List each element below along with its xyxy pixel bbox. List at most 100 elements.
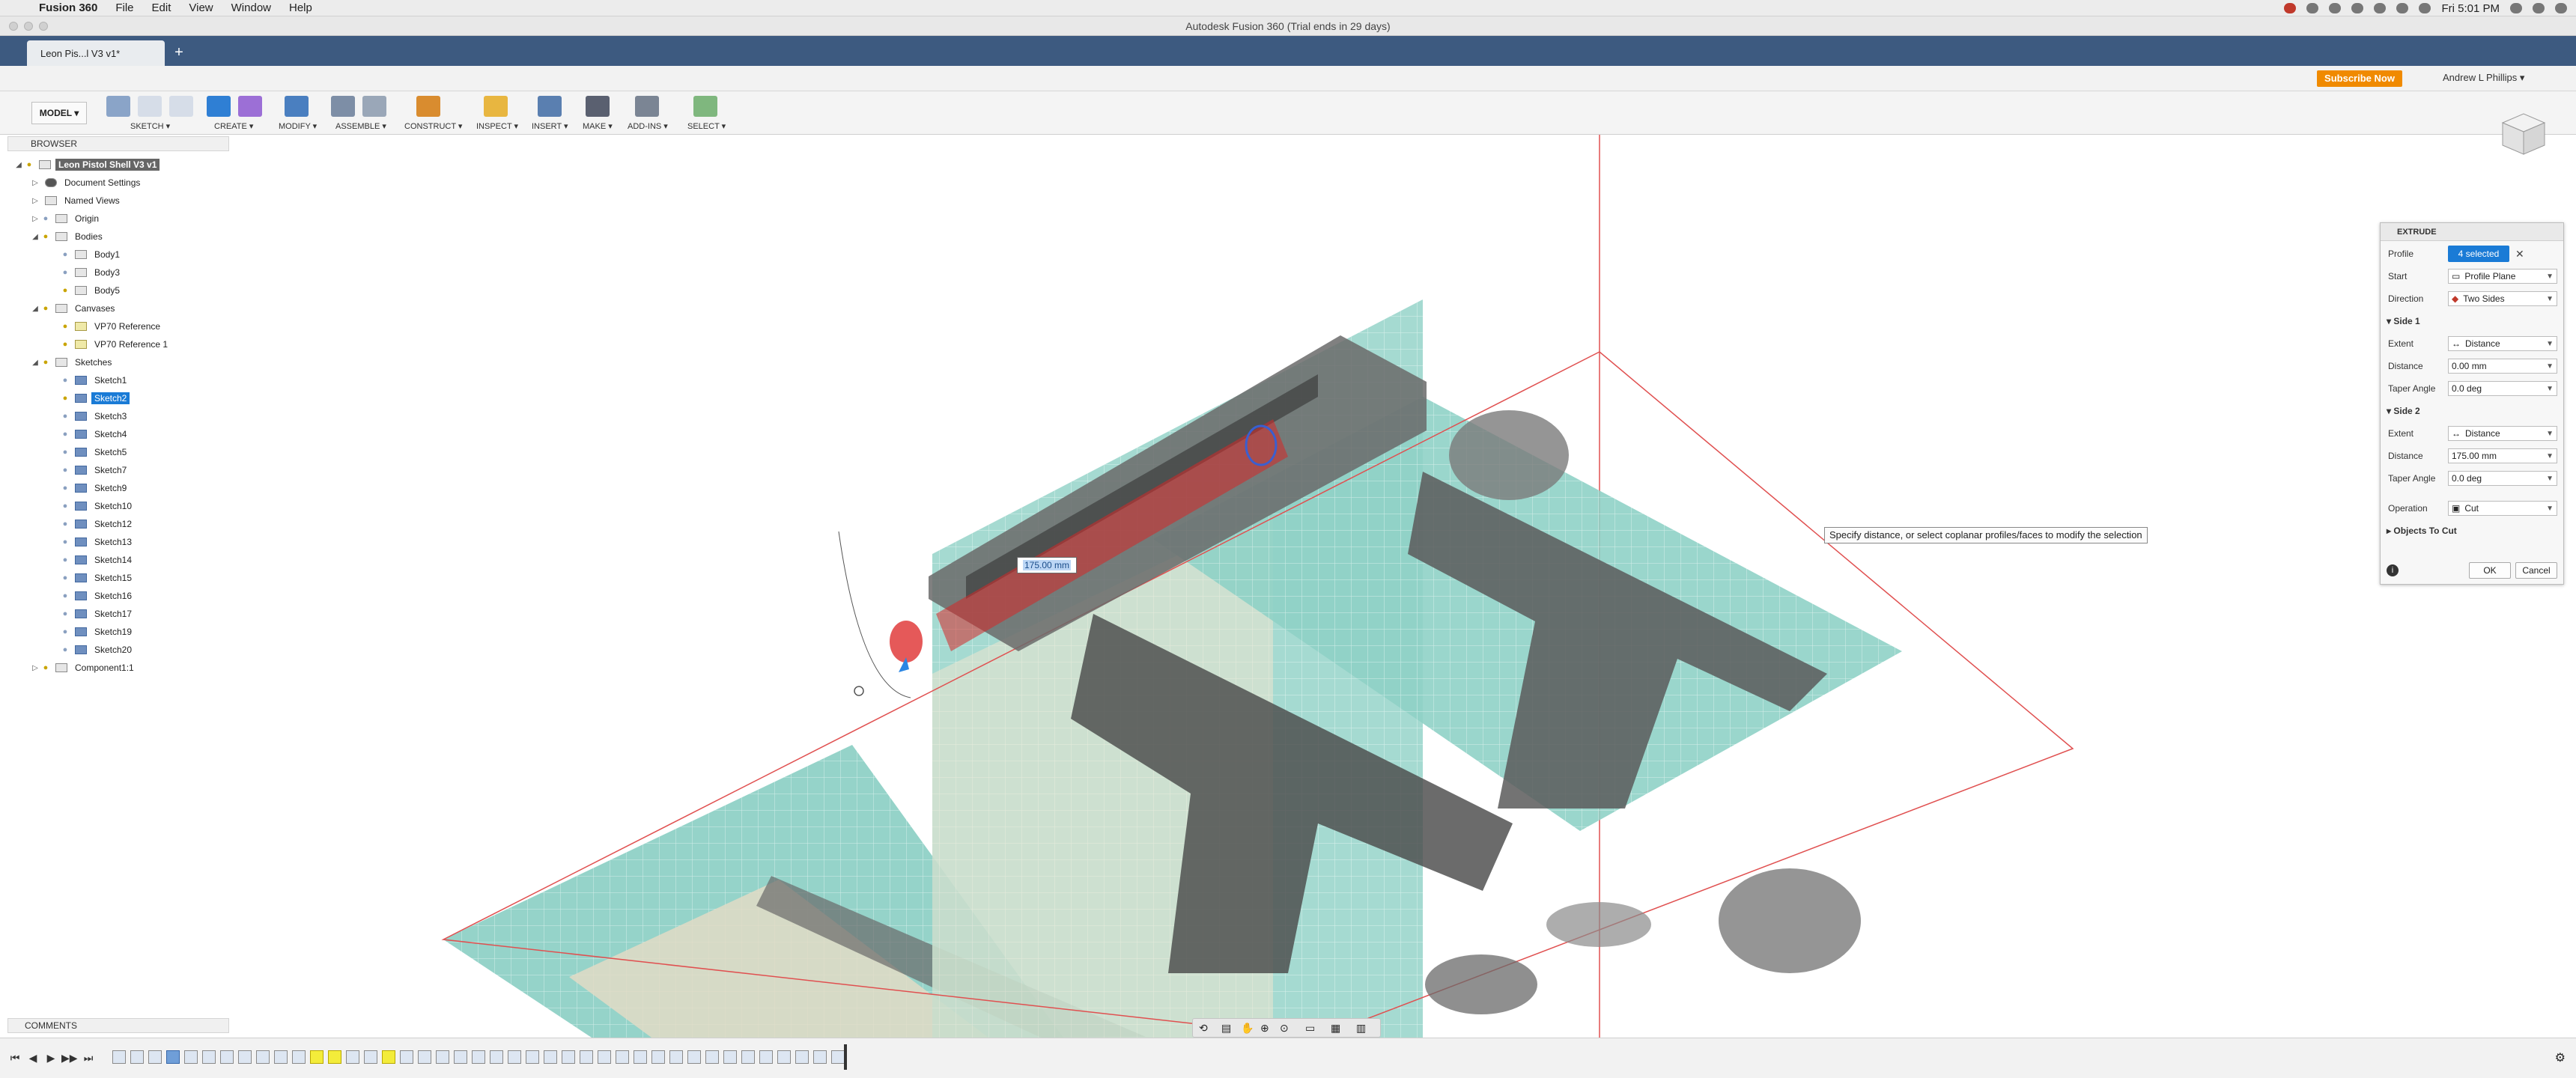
extrude-icon[interactable] (207, 96, 231, 117)
new-tab-button[interactable]: + (171, 45, 187, 61)
insert-menu[interactable]: INSERT ▾ (532, 121, 568, 131)
step-forward-icon[interactable]: ▶▶ (61, 1050, 78, 1065)
visibility-icon[interactable]: ● (60, 520, 70, 529)
tree-node-vp70-reference[interactable]: ● VP70 Reference (60, 319, 163, 334)
visibility-icon[interactable]: ● (60, 645, 70, 654)
visibility-icon[interactable]: ● (60, 412, 70, 421)
volume-icon[interactable] (2396, 3, 2409, 13)
timeline-feature[interactable] (130, 1050, 144, 1064)
undo-icon[interactable] (109, 70, 126, 87)
save-icon[interactable] (76, 70, 93, 87)
tree-node-sketch19[interactable]: ● Sketch19 (60, 624, 135, 639)
browser-header[interactable]: BROWSER (7, 136, 229, 151)
look-at-icon[interactable]: ▤ (1221, 1022, 1231, 1035)
timeline-feature[interactable] (310, 1050, 323, 1064)
joint-icon[interactable] (362, 96, 386, 117)
press-pull-icon[interactable] (285, 96, 309, 117)
timeline-feature[interactable] (238, 1050, 252, 1064)
timeline-feature[interactable] (274, 1050, 288, 1064)
tree-node-sketch2[interactable]: ● Sketch2 (60, 391, 130, 406)
timeline-feature[interactable] (364, 1050, 377, 1064)
timeline-feature[interactable] (705, 1050, 719, 1064)
side2-section[interactable]: ▾ Side 2 (2387, 406, 2420, 416)
new-component-icon[interactable] (331, 96, 355, 117)
tree-node-sketch5[interactable]: ● Sketch5 (60, 445, 130, 460)
clear-selection-icon[interactable]: ✕ (2515, 248, 2524, 261)
tree-node-sketch13[interactable]: ● Sketch13 (60, 535, 135, 549)
spotlight-icon[interactable] (2510, 3, 2522, 13)
subscribe-button[interactable]: Subscribe Now (2317, 70, 2402, 87)
tree-node-vp70-reference-1[interactable]: ● VP70 Reference 1 (60, 337, 171, 352)
fit-icon[interactable]: ⊙ (1280, 1022, 1289, 1035)
timeline-feature[interactable] (202, 1050, 216, 1064)
timeline-feature[interactable] (112, 1050, 126, 1064)
tree-node-sketch17[interactable]: ● Sketch17 (60, 606, 135, 621)
tree-root-node[interactable]: ◢ ● Leon Pistol Shell V3 v1 (13, 157, 160, 172)
tree-node-sketch3[interactable]: ● Sketch3 (60, 409, 130, 424)
select-menu[interactable]: SELECT ▾ (687, 121, 726, 131)
create-menu[interactable]: CREATE ▾ (214, 121, 253, 131)
timeline-feature[interactable] (508, 1050, 521, 1064)
notification-center-icon[interactable] (2555, 3, 2567, 13)
wifi-icon[interactable] (2374, 3, 2387, 13)
addins-menu[interactable]: ADD-INS ▾ (628, 121, 668, 131)
tree-node-named-views[interactable]: ▷ Named Views (30, 193, 123, 208)
tree-node-sketch10[interactable]: ● Sketch10 (60, 499, 135, 514)
timeline-feature[interactable] (813, 1050, 827, 1064)
visibility-icon[interactable]: ● (60, 538, 70, 546)
timeline-feature[interactable] (831, 1050, 845, 1064)
timeline-settings-icon[interactable]: ⚙ (2555, 1050, 2566, 1065)
timeline-feature[interactable] (687, 1050, 701, 1064)
collapse-icon[interactable]: ◢ (30, 233, 40, 241)
visibility-icon[interactable]: ● (24, 160, 34, 169)
app-menu[interactable]: Fusion 360 (30, 1, 106, 14)
timeline-feature[interactable] (741, 1050, 755, 1064)
model-scene[interactable] (0, 135, 2576, 1038)
timeline-feature[interactable] (651, 1050, 665, 1064)
sync-icon[interactable] (2306, 3, 2319, 13)
tree-node-sketch15[interactable]: ● Sketch15 (60, 570, 135, 585)
timeline-feature[interactable] (598, 1050, 611, 1064)
side1-section[interactable]: ▾ Side 1 (2387, 316, 2420, 326)
timeline-feature[interactable] (526, 1050, 539, 1064)
visibility-icon[interactable]: ● (60, 250, 70, 259)
tree-node-body3[interactable]: ● Body3 (60, 265, 123, 280)
visibility-icon[interactable]: ● (60, 268, 70, 277)
tree-node-sketches[interactable]: ◢ ● Sketches (30, 355, 115, 370)
visibility-icon[interactable]: ● (60, 322, 70, 331)
view-cube[interactable] (2495, 103, 2552, 160)
objects-to-cut-section[interactable]: ▸ Objects To Cut (2387, 526, 2457, 536)
3d-print-icon[interactable] (586, 96, 610, 117)
expand-icon[interactable]: ▷ (30, 215, 40, 223)
menu-view[interactable]: View (180, 1, 222, 14)
battery-icon[interactable] (2419, 3, 2431, 13)
tree-node-sketch9[interactable]: ● Sketch9 (60, 481, 130, 496)
go-to-end-icon[interactable]: ⏭ (81, 1050, 96, 1065)
document-tab[interactable]: Leon Pis...l V3 v1* (27, 40, 165, 66)
visibility-icon[interactable]: ● (40, 232, 51, 241)
extrude-dialog-header[interactable]: EXTRUDE (2381, 223, 2563, 241)
file-menu-icon[interactable] (43, 70, 60, 87)
ok-button[interactable]: OK (2469, 562, 2511, 579)
tree-node-canvases[interactable]: ◢ ● Canvases (30, 301, 118, 316)
start-select[interactable]: ▭ Profile Plane ▼ (2448, 269, 2557, 284)
sketch-rectangle-icon[interactable] (169, 96, 193, 117)
offset-plane-icon[interactable] (416, 96, 440, 117)
visibility-icon[interactable]: ● (60, 466, 70, 475)
settings-tray-icon[interactable] (2329, 3, 2342, 13)
side2-taper-input[interactable]: 0.0 deg ▼ (2448, 471, 2557, 486)
side2-extent-select[interactable]: ↔ Distance ▼ (2448, 426, 2557, 441)
direction-select[interactable]: ◆ Two Sides ▼ (2448, 291, 2557, 306)
tree-node-sketch14[interactable]: ● Sketch14 (60, 552, 135, 567)
expand-icon[interactable]: ▷ (30, 197, 40, 205)
timeline-feature[interactable] (454, 1050, 467, 1064)
menu-file[interactable]: File (106, 1, 142, 14)
grid-settings-icon[interactable]: ▦ (1331, 1022, 1340, 1035)
bluetooth-icon[interactable] (2351, 3, 2364, 13)
timeline-feature[interactable] (795, 1050, 809, 1064)
redo-icon[interactable] (142, 70, 159, 87)
help-icon[interactable] (2542, 70, 2558, 87)
sketch-line-icon[interactable] (138, 96, 162, 117)
modify-menu[interactable]: MODIFY ▾ (279, 121, 317, 131)
tree-node-sketch16[interactable]: ● Sketch16 (60, 588, 135, 603)
